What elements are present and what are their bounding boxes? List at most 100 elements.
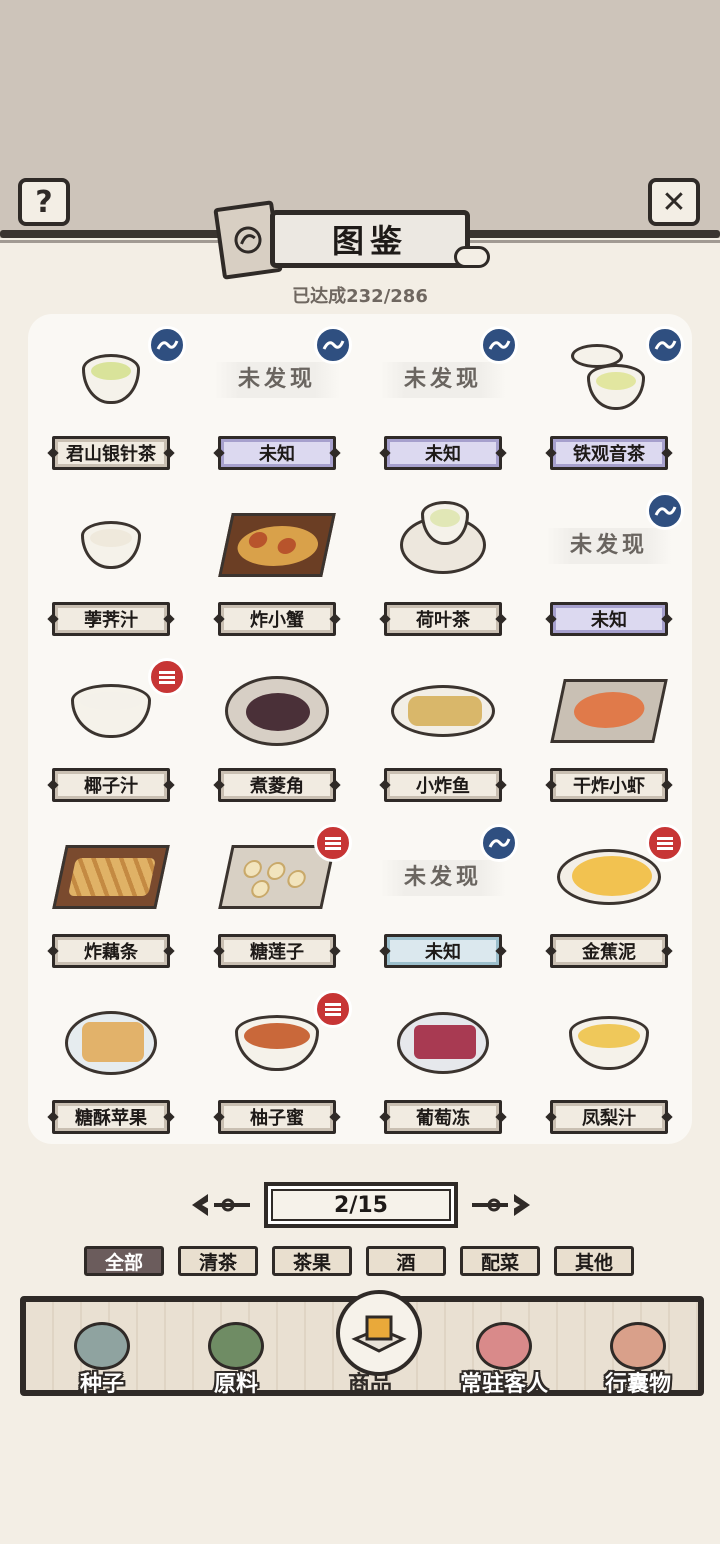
item-name-plate: 葡萄冻 (384, 1100, 502, 1134)
fried-shrimp-tray-icon (550, 666, 668, 756)
red-new-stamp-icon (148, 658, 186, 696)
collection-item[interactable]: 干炸小虾 (526, 650, 692, 816)
item-name-plate: 未知 (384, 436, 502, 470)
blue-wave-stamp-icon (480, 326, 518, 364)
lotus-tea-cup-icon (388, 500, 498, 590)
nav-label: 原料 (213, 1372, 258, 1397)
collection-item[interactable]: 未发现 未知 (526, 484, 692, 650)
item-name-plate: 炸藕条 (52, 934, 170, 968)
nav-label: 行囊物 (604, 1372, 671, 1397)
nav-item-4[interactable]: 行囊物 (578, 1316, 698, 1397)
item-name-plate: 金蕉泥 (550, 934, 668, 968)
tab-2[interactable]: 茶果 (272, 1246, 352, 1276)
collection-item[interactable]: 炸小蟹 (194, 484, 360, 650)
collection-item[interactable]: 君山银针茶 (28, 318, 194, 484)
item-name-plate: 椰子汁 (52, 768, 170, 802)
nav-label: 常驻客人 (459, 1372, 548, 1397)
red-new-stamp-icon (314, 990, 352, 1028)
close-icon: ✕ (661, 184, 687, 220)
collection-progress: 已达成232/286 (292, 286, 428, 307)
collection-item[interactable]: 椰子汁 (28, 650, 194, 816)
collection-item[interactable]: 荸荠汁 (28, 484, 194, 650)
tab-3[interactable]: 酒 (366, 1246, 446, 1276)
candied-apple-plate-icon (56, 998, 166, 1088)
item-name-plate: 煮菱角 (218, 768, 336, 802)
undiscovered-label: 未发现 (380, 362, 506, 398)
item-name-plate: 未知 (550, 602, 668, 636)
item-name-plate: 小炸鱼 (384, 768, 502, 802)
bottom-navbar: 种子 原料 商品 常驻客人 行囊物 (20, 1290, 704, 1397)
pineapple-juice-bowl-icon (554, 998, 664, 1088)
nav-item-2[interactable]: 商品 (310, 1290, 430, 1397)
item-name-plate: 君山银针茶 (52, 436, 170, 470)
leaf-icon (208, 1322, 264, 1370)
tab-1[interactable]: 清茶 (178, 1246, 258, 1276)
blue-wave-stamp-icon (646, 326, 684, 364)
collection-item[interactable]: 未发现 未知 (194, 318, 360, 484)
blue-wave-stamp-icon (646, 492, 684, 530)
guest-girl-icon (476, 1322, 532, 1370)
tab-5[interactable]: 其他 (554, 1246, 634, 1276)
page-title: 图鉴 (270, 210, 470, 268)
collection-grid: 君山银针茶 未发现 未知 未发现 未知 铁观音茶 荸荠汁 炸小蟹 荷叶茶 未发现 未知 椰子汁 煮菱角小… (28, 314, 692, 1144)
item-name-plate: 凤梨汁 (550, 1100, 668, 1134)
item-name-plate: 荷叶茶 (384, 602, 502, 636)
fried-fish-plate-icon (388, 666, 498, 756)
red-new-stamp-icon (314, 824, 352, 862)
item-name-plate: 炸小蟹 (218, 602, 336, 636)
category-tabs: 全部 清茶 茶果酒配菜 其他 (84, 1246, 636, 1278)
collection-item[interactable]: 糖莲子 (194, 816, 360, 982)
robe-icon (610, 1322, 666, 1370)
item-name-plate: 荸荠汁 (52, 602, 170, 636)
tab-4[interactable]: 配菜 (460, 1246, 540, 1276)
item-name-plate: 干炸小虾 (550, 768, 668, 802)
item-name-plate: 铁观音茶 (550, 436, 668, 470)
item-name-plate: 未知 (384, 934, 502, 968)
nav-label: 种子 (79, 1372, 124, 1397)
collection-item[interactable]: 葡萄冻 (360, 982, 526, 1148)
grape-jelly-plate-icon (388, 998, 498, 1088)
collection-item[interactable]: 煮菱角 (194, 650, 360, 816)
nav-item-0[interactable]: 种子 (42, 1316, 162, 1397)
cloud-icon (454, 246, 490, 268)
white-juice-bowl-icon (56, 500, 166, 590)
collection-item[interactable]: 金蕉泥 (526, 816, 692, 982)
close-button[interactable]: ✕ (648, 178, 700, 226)
water-caltrop-plate-icon (222, 666, 332, 756)
undiscovered-label: 未发现 (380, 860, 506, 896)
prev-page-button[interactable] (186, 1190, 256, 1220)
fried-lotus-strips-tray-icon (52, 832, 170, 922)
blue-wave-stamp-icon (480, 824, 518, 862)
undiscovered-label: 未发现 (214, 362, 340, 398)
page-indicator: 2/15 (264, 1182, 458, 1228)
undiscovered-label: 未发现 (546, 528, 672, 564)
question-icon: ? (35, 184, 53, 220)
seed-jar-icon (74, 1322, 130, 1370)
collection-item[interactable]: 荷叶茶 (360, 484, 526, 650)
collection-item[interactable]: 未发现 未知 (360, 816, 526, 982)
goods-box-icon (336, 1290, 422, 1376)
nav-label: 商品 (347, 1372, 392, 1397)
item-name-plate: 糖莲子 (218, 934, 336, 968)
title-banner: 图鉴 (213, 200, 490, 280)
nav-item-3[interactable]: 常驻客人 (444, 1316, 564, 1397)
red-new-stamp-icon (646, 824, 684, 862)
collection-item[interactable]: 炸藕条 (28, 816, 194, 982)
fried-crabs-tray-icon (218, 500, 336, 590)
collection-item[interactable]: 小炸鱼 (360, 650, 526, 816)
blue-wave-stamp-icon (148, 326, 186, 364)
collection-item[interactable]: 铁观音茶 (526, 318, 692, 484)
item-name-plate: 柚子蜜 (218, 1100, 336, 1134)
next-page-button[interactable] (466, 1190, 536, 1220)
item-name-plate: 未知 (218, 436, 336, 470)
tab-0[interactable]: 全部 (84, 1246, 164, 1276)
pager: 2/15 (186, 1182, 536, 1228)
nav-item-1[interactable]: 原料 (176, 1316, 296, 1397)
collection-item[interactable]: 糖酥苹果 (28, 982, 194, 1148)
blue-wave-stamp-icon (314, 326, 352, 364)
collection-item[interactable]: 凤梨汁 (526, 982, 692, 1148)
collection-item[interactable]: 柚子蜜 (194, 982, 360, 1148)
help-button[interactable]: ? (18, 178, 70, 226)
collection-item[interactable]: 未发现 未知 (360, 318, 526, 484)
item-name-plate: 糖酥苹果 (52, 1100, 170, 1134)
